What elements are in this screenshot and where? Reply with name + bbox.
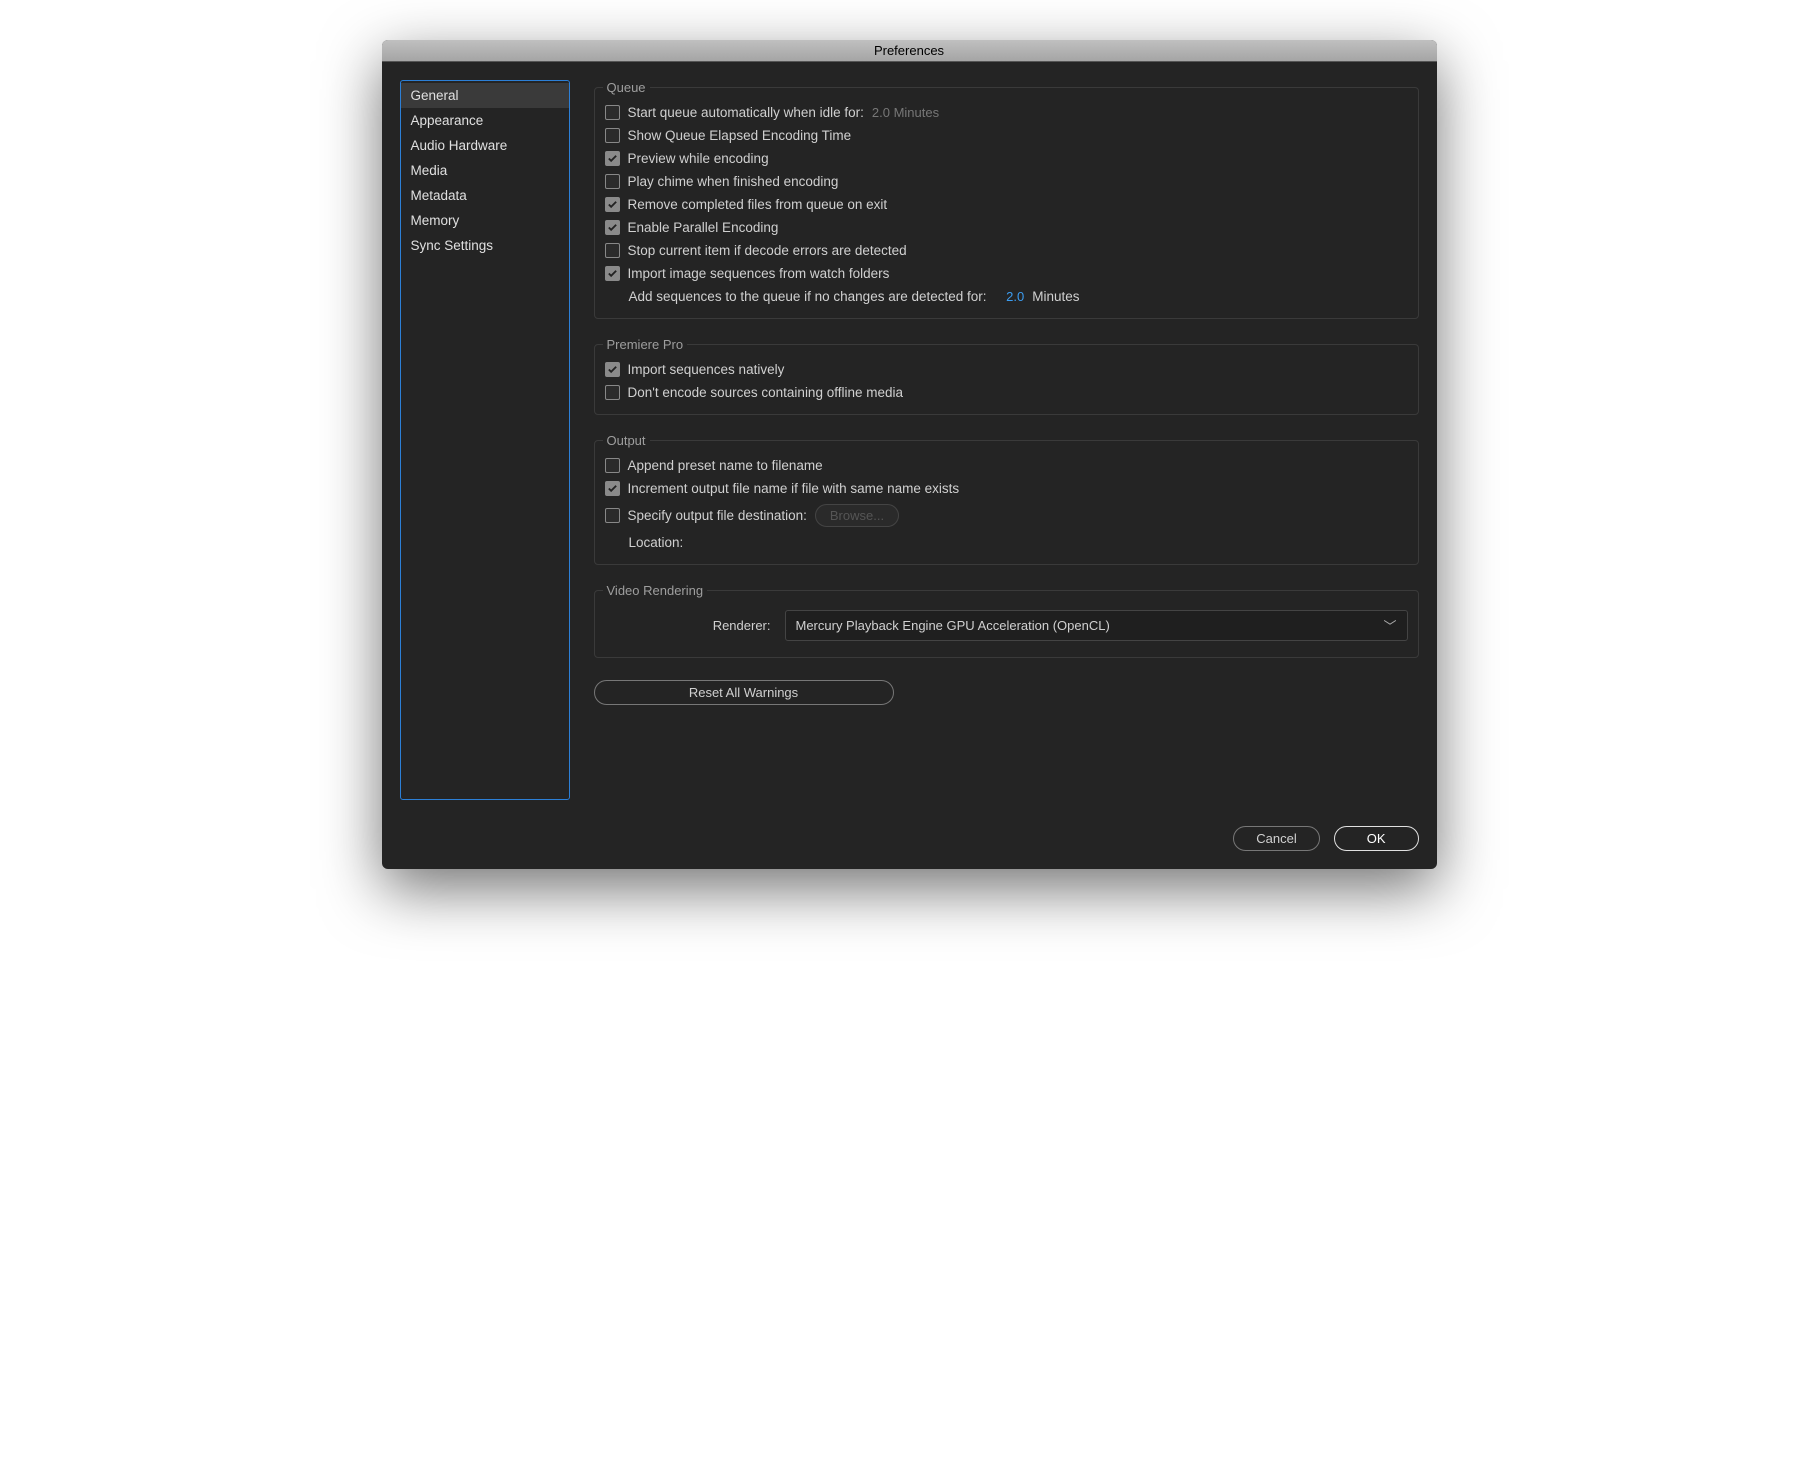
group-video-rendering: Video Rendering Renderer: Mercury Playba… xyxy=(594,583,1419,658)
label-start-auto: Start queue automatically when idle for: xyxy=(628,105,864,120)
sidebar-item-sync-settings[interactable]: Sync Settings xyxy=(401,233,569,258)
label-add-seq: Add sequences to the queue if no changes… xyxy=(629,289,987,304)
sidebar-item-memory[interactable]: Memory xyxy=(401,208,569,233)
checkbox-parallel[interactable] xyxy=(605,220,620,235)
group-legend: Output xyxy=(603,433,650,448)
sidebar-item-audio-hardware[interactable]: Audio Hardware xyxy=(401,133,569,158)
sidebar-item-label: Audio Hardware xyxy=(411,138,508,153)
unit-add-seq: Minutes xyxy=(1032,289,1079,304)
sidebar-item-general[interactable]: General xyxy=(401,83,569,108)
sidebar: General Appearance Audio Hardware Media … xyxy=(400,80,570,800)
dialog-footer: Cancel OK xyxy=(382,818,1437,869)
label-chime: Play chime when finished encoding xyxy=(628,174,839,189)
cancel-button[interactable]: Cancel xyxy=(1233,826,1319,851)
window-body: General Appearance Audio Hardware Media … xyxy=(382,62,1437,818)
label-import-native: Import sequences natively xyxy=(628,362,785,377)
label-renderer: Renderer: xyxy=(605,618,775,633)
main-panel: Queue Start queue automatically when idl… xyxy=(594,80,1419,800)
label-stop-on-decode: Stop current item if decode errors are d… xyxy=(628,243,907,258)
group-legend: Premiere Pro xyxy=(603,337,688,352)
group-queue: Queue Start queue automatically when idl… xyxy=(594,80,1419,319)
sidebar-item-metadata[interactable]: Metadata xyxy=(401,183,569,208)
checkbox-show-elapsed[interactable] xyxy=(605,128,620,143)
checkbox-start-auto[interactable] xyxy=(605,105,620,120)
checkbox-remove-completed[interactable] xyxy=(605,197,620,212)
browse-button[interactable]: Browse... xyxy=(815,504,899,527)
preferences-window: Preferences General Appearance Audio Har… xyxy=(382,40,1437,869)
sidebar-item-label: Media xyxy=(411,163,448,178)
label-parallel: Enable Parallel Encoding xyxy=(628,220,779,235)
sidebar-item-appearance[interactable]: Appearance xyxy=(401,108,569,133)
ok-button[interactable]: OK xyxy=(1334,826,1419,851)
sidebar-item-label: Sync Settings xyxy=(411,238,494,253)
checkbox-import-watch[interactable] xyxy=(605,266,620,281)
sidebar-item-label: General xyxy=(411,88,459,103)
checkbox-specify-dest[interactable] xyxy=(605,508,620,523)
checkbox-dont-encode-offline[interactable] xyxy=(605,385,620,400)
group-legend: Video Rendering xyxy=(603,583,708,598)
group-output: Output Append preset name to filename In… xyxy=(594,433,1419,565)
checkbox-stop-on-decode[interactable] xyxy=(605,243,620,258)
renderer-value: Mercury Playback Engine GPU Acceleration… xyxy=(796,618,1110,633)
value-start-auto[interactable]: 2.0 Minutes xyxy=(872,105,939,120)
label-preview: Preview while encoding xyxy=(628,151,769,166)
group-legend: Queue xyxy=(603,80,650,95)
checkbox-import-native[interactable] xyxy=(605,362,620,377)
renderer-select[interactable]: Mercury Playback Engine GPU Acceleration… xyxy=(785,610,1408,641)
label-specify-dest: Specify output file destination: xyxy=(628,508,807,523)
label-import-watch: Import image sequences from watch folder… xyxy=(628,266,890,281)
checkbox-preview[interactable] xyxy=(605,151,620,166)
sidebar-item-media[interactable]: Media xyxy=(401,158,569,183)
reset-warnings-button[interactable]: Reset All Warnings xyxy=(594,680,894,705)
value-add-seq[interactable]: 2.0 xyxy=(1006,289,1024,304)
label-append-preset: Append preset name to filename xyxy=(628,458,823,473)
label-dont-encode-offline: Don't encode sources containing offline … xyxy=(628,385,904,400)
chevron-down-icon: ﹀ xyxy=(1383,616,1396,635)
checkbox-chime[interactable] xyxy=(605,174,620,189)
label-increment: Increment output file name if file with … xyxy=(628,481,960,496)
window-title: Preferences xyxy=(382,40,1437,62)
sidebar-item-label: Metadata xyxy=(411,188,467,203)
sidebar-item-label: Memory xyxy=(411,213,460,228)
label-location: Location: xyxy=(605,535,684,550)
label-show-elapsed: Show Queue Elapsed Encoding Time xyxy=(628,128,852,143)
checkbox-increment[interactable] xyxy=(605,481,620,496)
sidebar-item-label: Appearance xyxy=(411,113,484,128)
label-remove-completed: Remove completed files from queue on exi… xyxy=(628,197,888,212)
group-premiere: Premiere Pro Import sequences natively D… xyxy=(594,337,1419,415)
checkbox-append-preset[interactable] xyxy=(605,458,620,473)
